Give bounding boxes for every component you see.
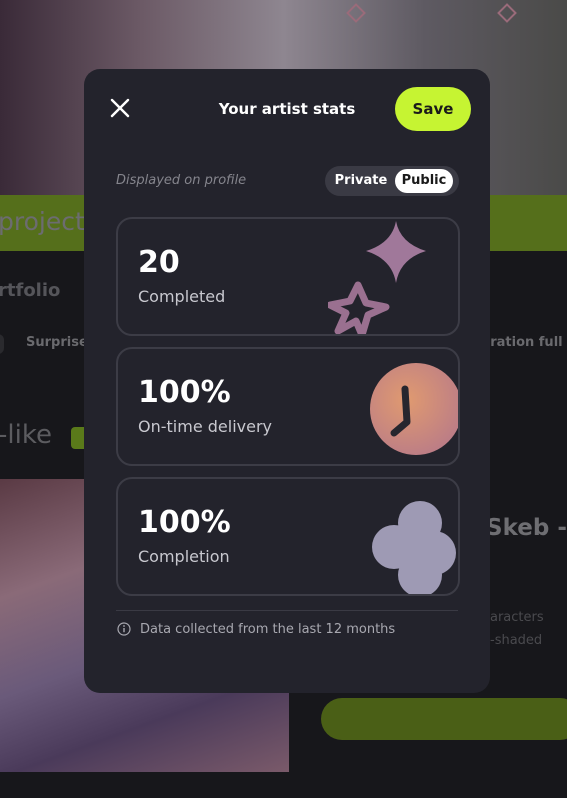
stat-label: Completion bbox=[138, 547, 230, 566]
stat-card-on-time: 100% On-time delivery bbox=[116, 347, 460, 466]
stat-value: 100% bbox=[138, 505, 231, 540]
listing-detail: aracters bbox=[490, 610, 544, 625]
listing-title: Skeb - t bbox=[486, 515, 567, 541]
clock-icon bbox=[370, 363, 458, 455]
surprise-chip: Surprise bbox=[26, 335, 88, 350]
stat-card-completed: 20 Completed bbox=[116, 217, 460, 336]
portfolio-tab: rtfolio bbox=[0, 280, 61, 301]
info-icon bbox=[117, 622, 131, 636]
decoration-icon bbox=[497, 3, 517, 23]
stat-value: 20 bbox=[138, 245, 180, 280]
section-heading: -like bbox=[0, 420, 52, 450]
save-button[interactable]: Save bbox=[395, 87, 471, 131]
divider bbox=[116, 610, 458, 611]
stat-value: 100% bbox=[138, 375, 231, 410]
visibility-toggle[interactable]: Private Public bbox=[325, 166, 459, 196]
public-option[interactable]: Public bbox=[395, 169, 453, 193]
stat-card-completion: 100% Completion bbox=[116, 477, 460, 596]
stat-label: On-time delivery bbox=[138, 417, 272, 436]
listing-detail: -shaded bbox=[490, 633, 543, 648]
background-action-button bbox=[321, 698, 567, 740]
data-period-note: Data collected from the last 12 months bbox=[140, 622, 396, 637]
stat-label: Completed bbox=[138, 287, 226, 306]
illustration-chip: tration full c bbox=[484, 335, 567, 350]
private-option[interactable]: Private bbox=[333, 169, 389, 193]
clover-icon bbox=[372, 501, 456, 594]
artist-stats-modal: Your artist stats Save Displayed on prof… bbox=[84, 69, 490, 693]
visibility-label: Displayed on profile bbox=[116, 173, 247, 188]
star-shapes-icon bbox=[328, 221, 426, 334]
decoration-icon bbox=[346, 3, 366, 23]
